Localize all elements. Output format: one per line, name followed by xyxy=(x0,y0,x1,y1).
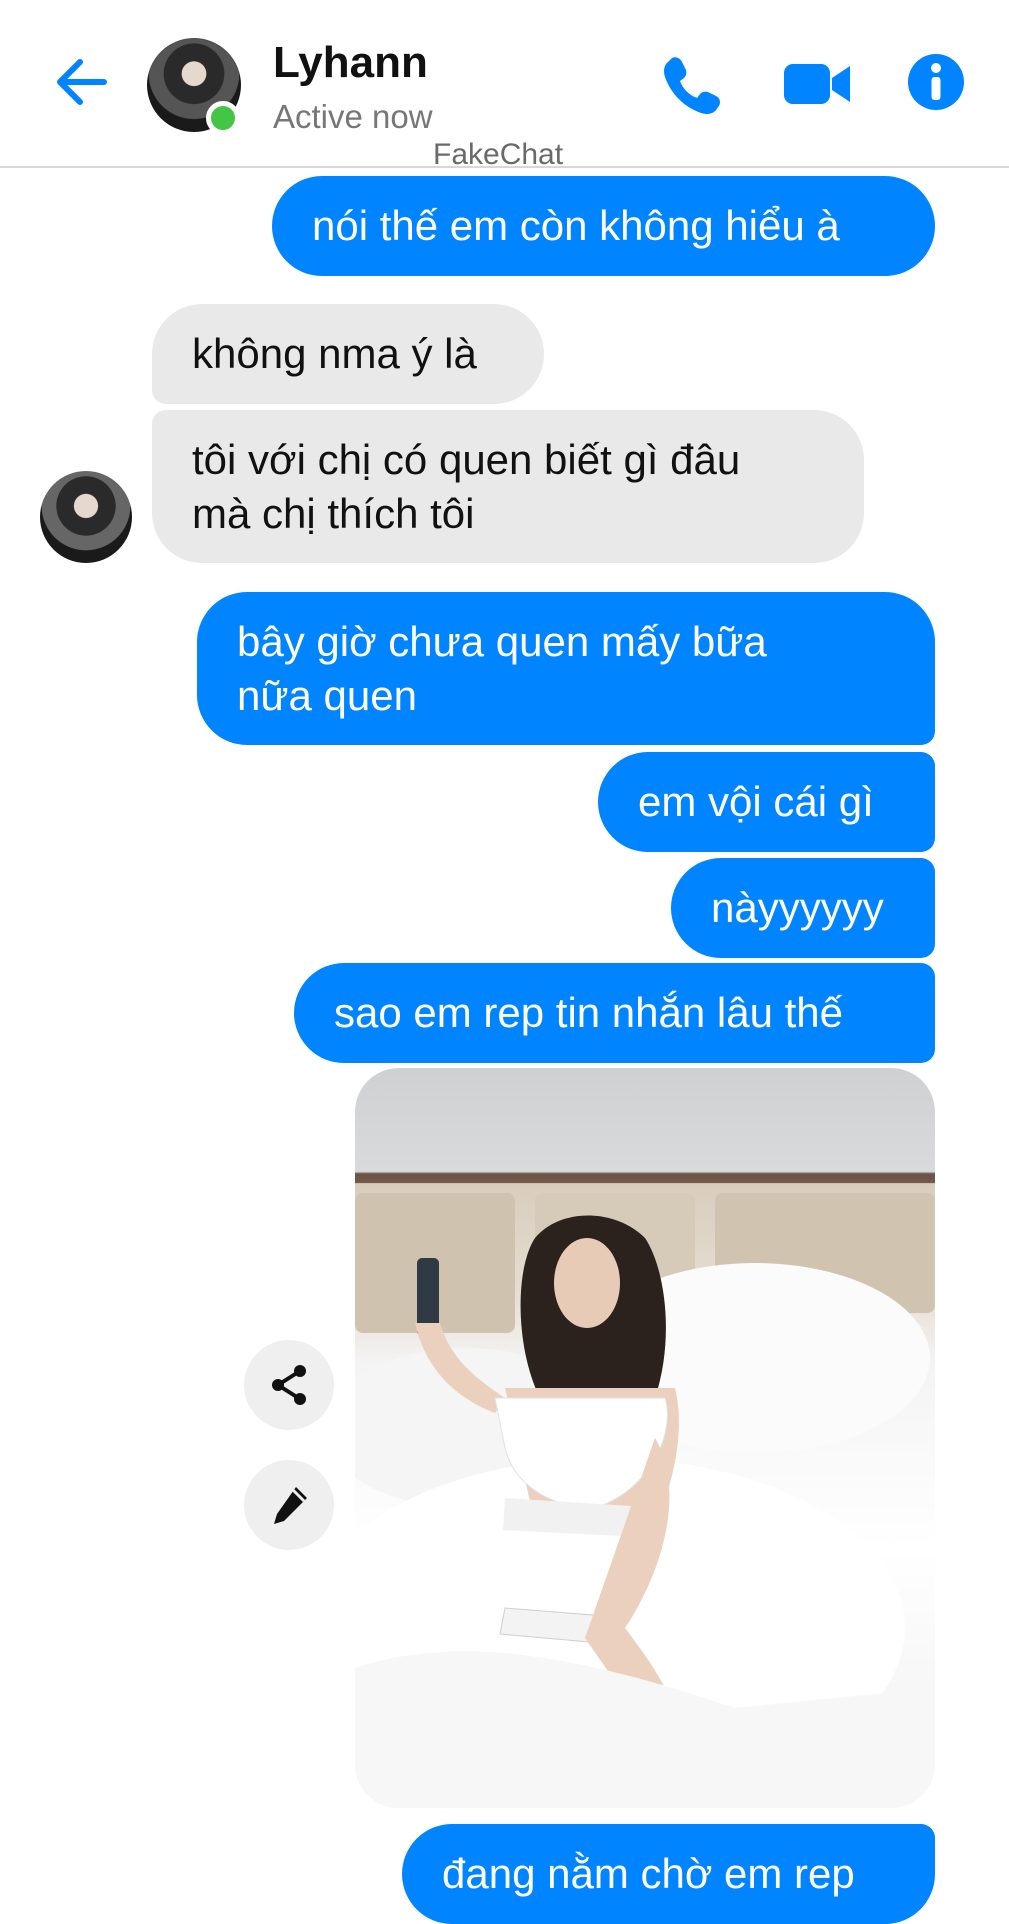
share-icon xyxy=(272,1365,306,1405)
message-text: nàyyyyyy xyxy=(711,884,884,931)
contact-name[interactable]: Lyhann xyxy=(273,38,428,88)
message-incoming[interactable]: tôi với chị có quen biết gì đâu mà chị t… xyxy=(152,410,864,563)
photo-message[interactable] xyxy=(355,1068,935,1808)
edit-button[interactable] xyxy=(244,1460,334,1550)
message-text: nói thế em còn không hiểu à xyxy=(312,202,840,249)
message-text-line: tôi với chị có quen biết gì đâu xyxy=(192,436,741,483)
share-button[interactable] xyxy=(244,1340,334,1430)
message-outgoing[interactable]: nói thế em còn không hiểu à xyxy=(272,176,935,276)
contact-avatar-small[interactable] xyxy=(40,471,132,563)
message-incoming[interactable]: không nma ý là xyxy=(152,304,544,404)
message-text: sao em rep tin nhắn lâu thế xyxy=(334,989,844,1036)
message-outgoing[interactable]: em vội cái gì xyxy=(598,752,935,852)
message-outgoing[interactable]: bây giờ chưa quen mấy bữa nữa quen xyxy=(197,592,935,745)
message-text-line: bây giờ chưa quen mấy bữa xyxy=(237,618,767,665)
watermark-label: FakeChat xyxy=(433,138,564,171)
message-outgoing[interactable]: đang nằm chờ em rep xyxy=(402,1824,935,1924)
chat-header: Lyhann Active now FakeChat xyxy=(0,0,1009,171)
message-text: đang nằm chờ em rep xyxy=(442,1850,855,1897)
info-icon[interactable] xyxy=(906,52,966,112)
message-text-line: nữa quen xyxy=(237,672,417,719)
message-text: không nma ý là xyxy=(192,330,477,377)
message-outgoing[interactable]: sao em rep tin nhắn lâu thế xyxy=(294,963,935,1063)
message-text: em vội cái gì xyxy=(638,778,874,825)
video-camera-icon[interactable] xyxy=(782,52,852,116)
active-status: Active now xyxy=(273,98,433,135)
edit-pencil-icon xyxy=(274,1487,307,1524)
photo-image xyxy=(355,1193,935,1808)
message-outgoing[interactable]: nàyyyyyy xyxy=(671,858,935,958)
back-arrow-icon[interactable] xyxy=(52,52,112,112)
message-text-line: mà chị thích tôi xyxy=(192,490,475,537)
online-indicator xyxy=(206,101,240,135)
phone-icon[interactable] xyxy=(658,52,722,116)
